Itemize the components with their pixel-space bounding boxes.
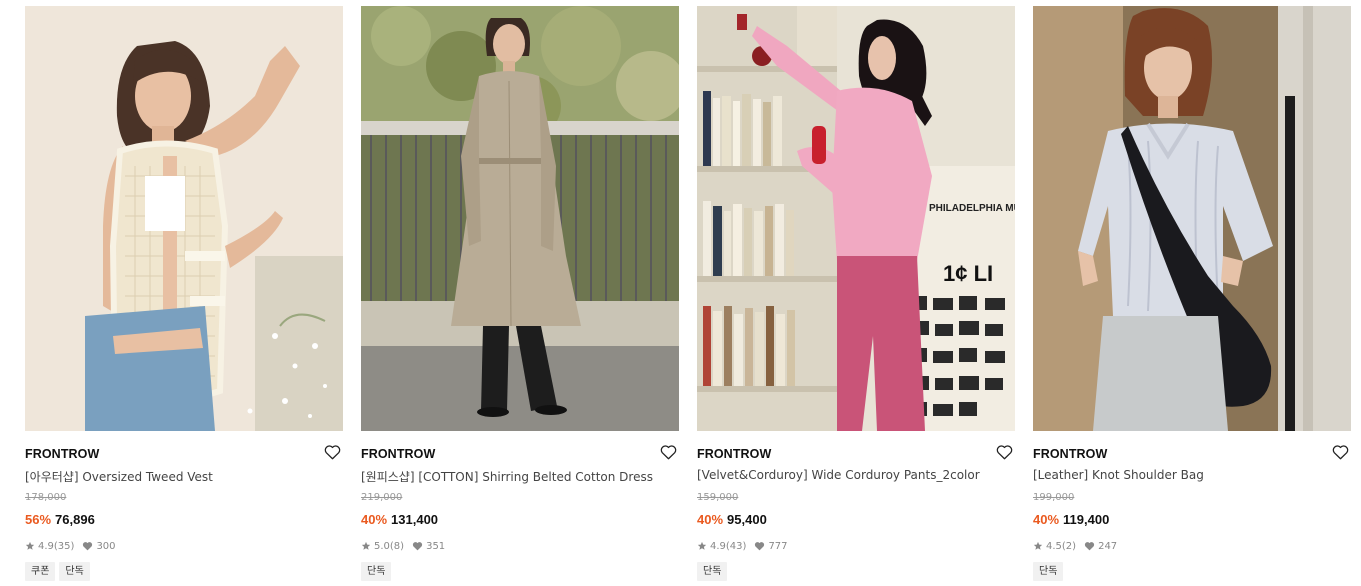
review-count: (43) <box>725 540 747 552</box>
sale-price: 76,896 <box>55 511 95 527</box>
product-image[interactable] <box>25 6 343 431</box>
product-name[interactable]: [Velvet&Corduroy] Wide Corduroy Pants_2c… <box>697 468 1015 484</box>
rating-value: 4.5 <box>1046 540 1062 552</box>
brand-name[interactable]: FRONTROW <box>25 447 99 461</box>
original-price: 199,000 <box>1033 492 1075 503</box>
like-count: 777 <box>768 540 788 552</box>
product-name[interactable]: [아우터샵] Oversized Tweed Vest <box>25 468 343 484</box>
rating-value: 4.9 <box>38 540 54 552</box>
discount-rate: 40% <box>697 511 724 527</box>
original-price: 178,000 <box>25 492 67 503</box>
product-image[interactable]: PHILADELPHIA MU 1¢ LI <box>697 6 1015 431</box>
rating: 4.9 (35) <box>25 541 74 552</box>
discount-rate: 40% <box>361 511 388 527</box>
product-card[interactable]: FRONTROW [원피스샵] [COTTON] Shirring Belted… <box>361 6 679 581</box>
star-icon <box>697 541 707 550</box>
likes: 351 <box>412 541 445 552</box>
sale-price: 119,400 <box>1063 511 1110 527</box>
original-price: 159,000 <box>697 492 739 503</box>
likes: 247 <box>1084 541 1117 552</box>
like-count: 247 <box>1098 540 1118 552</box>
review-count: (35) <box>53 540 75 552</box>
product-grid: FRONTROW [아우터샵] Oversized Tweed Vest 178… <box>0 0 1361 586</box>
star-icon <box>361 541 371 550</box>
heart-filled-icon <box>83 542 93 551</box>
rating: 4.5 (2) <box>1033 541 1076 552</box>
star-icon <box>25 541 35 550</box>
likes: 777 <box>754 540 788 552</box>
like-count: 351 <box>426 540 446 552</box>
sale-price: 95,400 <box>727 511 767 527</box>
heart-outline-icon[interactable] <box>994 442 1014 462</box>
brand-name[interactable]: FRONTROW <box>361 447 435 461</box>
review-count: (2) <box>1061 540 1077 552</box>
rating-value: 4.9 <box>710 540 726 552</box>
heart-filled-icon <box>412 542 423 551</box>
exclusive-tag: 단독 <box>1033 562 1064 581</box>
rating: 4.9 (43) <box>697 541 746 552</box>
original-price: 219,000 <box>361 492 403 503</box>
brand-name[interactable]: FRONTROW <box>1033 447 1107 461</box>
like-count: 300 <box>96 540 116 552</box>
star-icon <box>1033 541 1043 550</box>
coupon-tag: 쿠폰 <box>25 562 56 581</box>
product-name[interactable]: [Leather] Knot Shoulder Bag <box>1033 468 1351 484</box>
product-image[interactable] <box>1033 6 1351 431</box>
discount-rate: 56% <box>25 511 52 527</box>
sale-price: 131,400 <box>391 511 439 527</box>
product-card[interactable]: FRONTROW [Leather] Knot Shoulder Bag 199… <box>1033 6 1351 581</box>
product-name[interactable]: [원피스샵] [COTTON] Shirring Belted Cotton D… <box>361 468 679 484</box>
heart-outline-icon[interactable] <box>658 442 678 462</box>
exclusive-tag: 단독 <box>697 562 728 581</box>
svg-text:1¢ LI: 1¢ LI <box>943 261 993 286</box>
heart-outline-icon[interactable] <box>322 442 342 462</box>
rating: 5.0 (8) <box>361 541 404 552</box>
product-card[interactable]: FRONTROW [아우터샵] Oversized Tweed Vest 178… <box>25 6 343 581</box>
svg-text:PHILADELPHIA MU: PHILADELPHIA MU <box>929 203 1015 214</box>
product-card[interactable]: PHILADELPHIA MU 1¢ LI FRONTROW [Velvet&C… <box>697 6 1015 581</box>
heart-filled-icon <box>755 542 765 551</box>
rating-value: 5.0 <box>374 540 390 552</box>
brand-name[interactable]: FRONTROW <box>697 447 771 461</box>
heart-filled-icon <box>1084 542 1095 551</box>
exclusive-tag: 단독 <box>59 562 90 581</box>
heart-outline-icon[interactable] <box>1330 442 1350 462</box>
likes: 300 <box>82 540 116 552</box>
product-image[interactable] <box>361 6 679 431</box>
review-count: (8) <box>389 540 405 552</box>
exclusive-tag: 단독 <box>361 562 392 581</box>
discount-rate: 40% <box>1033 511 1060 527</box>
